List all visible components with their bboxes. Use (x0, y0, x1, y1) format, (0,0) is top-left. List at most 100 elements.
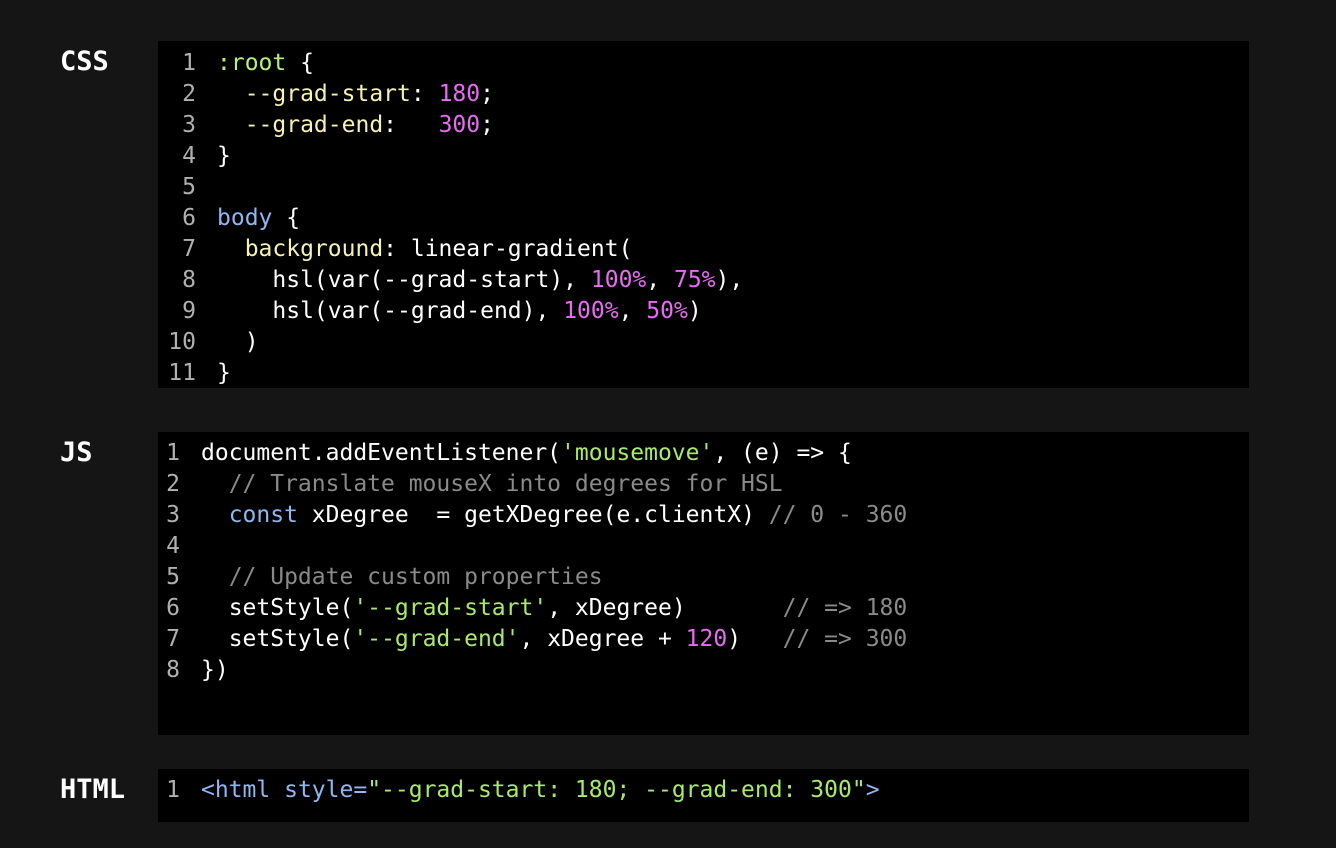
code-line: 1 :root { (158, 48, 1249, 79)
html-code-block[interactable]: 1 <html style="--grad-start: 180; --grad-… (158, 769, 1249, 822)
line-number: 8 (166, 657, 180, 683)
code-token: , xDegree) (547, 595, 783, 621)
code-text: --grad-end: 300; (217, 110, 494, 141)
code-line: 1 document.addEventListener('mousemove', … (158, 438, 1249, 469)
code-token: , xDegree + (519, 626, 686, 652)
code-line: 10 ) (158, 327, 1249, 358)
code-text: setStyle('--grad-start', xDegree) // => … (201, 593, 908, 624)
code-token: :root (217, 50, 287, 76)
code-token: }) (201, 657, 229, 683)
code-token: setStyle( (201, 626, 354, 652)
code-line: 8}) (158, 655, 1249, 686)
code-line: 4 (158, 531, 1249, 562)
line-number: 3 (166, 502, 180, 528)
code-token: , (646, 267, 674, 293)
code-text: hsl(var(--grad-start), 100%, 75%), (217, 265, 743, 296)
line-number: 8 (182, 267, 196, 293)
code-text: document.addEventListener('mousemove', (… (201, 438, 852, 469)
code-line: 9 hsl(var(--grad-end), 100%, 50%) (158, 296, 1249, 327)
code-token: // => 180 (782, 595, 908, 621)
code-token: : (383, 112, 439, 138)
code-token: hsl(var(--grad-end), (217, 298, 564, 324)
code-line: 3 --grad-end: 300; (158, 110, 1249, 141)
line-number: 5 (182, 174, 196, 200)
code-token: ) (217, 329, 259, 355)
code-token: 120 (685, 626, 728, 652)
code-token: ) (687, 298, 702, 324)
code-token: 50% (646, 298, 688, 324)
code-text: --grad-start: 180; (217, 79, 494, 110)
code-line: 2 // Translate mouseX into degrees for H… (158, 469, 1249, 500)
code-token: 100% (563, 298, 619, 324)
code-token: ; (480, 81, 494, 107)
code-token: 75% (673, 267, 716, 293)
css-code-block[interactable]: 1:root {2 --grad-start: 180; 3 --grad-end… (158, 41, 1249, 388)
code-token: > (865, 777, 880, 803)
code-line: 11} (158, 358, 1249, 389)
code-token: 100% (590, 267, 647, 293)
code-line: 4} (158, 141, 1249, 172)
line-number: 9 (182, 298, 196, 324)
code-text: // Update custom properties (201, 562, 603, 593)
code-text: background: linear-gradient( (217, 234, 633, 265)
code-line: 8 hsl(var(--grad-start), 100%, 75%), (158, 265, 1249, 296)
code-token: const (228, 502, 298, 528)
code-line: 6 setStyle('--grad-start', xDegree) // =… (158, 593, 1249, 624)
code-token: --grad-end (217, 112, 384, 138)
code-token: : (410, 81, 439, 107)
code-token: 180 (438, 81, 481, 107)
code-line: 6 body { (158, 203, 1249, 234)
line-number: 5 (166, 564, 180, 590)
code-text: }) (201, 655, 229, 686)
code-token: , (618, 298, 647, 324)
code-token: xDegree = getXDegree(e.clientX) (297, 502, 769, 528)
line-number: 7 (166, 626, 180, 652)
code-token: // => 300 (782, 626, 908, 652)
code-token: : linear-gradient( (383, 236, 633, 262)
line-number: 1 (182, 50, 196, 76)
line-number: 2 (166, 471, 180, 497)
line-number: 2 (182, 81, 196, 107)
code-line: 1 <html style="--grad-start: 180; --grad-… (158, 775, 1249, 806)
code-text: ) (217, 327, 259, 358)
code-text: setStyle('--grad-end', xDegree + 120) //… (201, 624, 908, 655)
css-label: CSS (60, 46, 109, 77)
code-token: 300 (438, 112, 481, 138)
code-token: , (e) => { (713, 440, 852, 466)
line-number: 4 (182, 143, 196, 169)
code-token: '--grad-end' (353, 626, 520, 652)
code-token: setStyle( (201, 595, 354, 621)
code-text: } (217, 141, 231, 172)
line-number: 7 (182, 236, 196, 262)
code-token: style= (270, 777, 368, 803)
code-token: // Translate mouseX into degrees for HSL (201, 471, 783, 497)
code-token: ; (480, 112, 494, 138)
code-line: 2 --grad-start: 180; (158, 79, 1249, 110)
line-number: 6 (182, 205, 196, 231)
code-token: { (286, 50, 314, 76)
code-token: hsl(var(--grad-start), (217, 267, 591, 293)
code-line: 7 setStyle('--grad-end', xDegree + 120) … (158, 624, 1249, 655)
code-token: { (272, 205, 301, 231)
code-text: :root { (217, 48, 314, 79)
code-text: hsl(var(--grad-end), 100%, 50%) (217, 296, 702, 327)
code-token: ) (727, 626, 783, 652)
code-text: // Translate mouseX into degrees for HSL (201, 469, 783, 500)
code-token: // 0 - 360 (768, 502, 908, 528)
code-token: background (217, 236, 384, 262)
js-label: JS (60, 437, 93, 468)
code-token: } (217, 143, 231, 169)
js-code-block[interactable]: 1 document.addEventListener('mousemove', … (158, 432, 1249, 735)
code-text: <html style="--grad-start: 180; --grad-e… (201, 775, 880, 806)
line-number: 3 (182, 112, 196, 138)
code-token: document.addEventListener( (201, 440, 562, 466)
code-text: } (217, 358, 231, 389)
line-number: 1 (166, 440, 180, 466)
code-token: body (217, 205, 273, 231)
code-token: ), (715, 267, 744, 293)
code-line: 5 (158, 172, 1249, 203)
code-text: const xDegree = getXDegree(e.clientX) //… (201, 500, 908, 531)
code-token: } (217, 360, 231, 386)
line-number: 6 (166, 595, 180, 621)
code-token: 'mousemove' (561, 440, 714, 466)
